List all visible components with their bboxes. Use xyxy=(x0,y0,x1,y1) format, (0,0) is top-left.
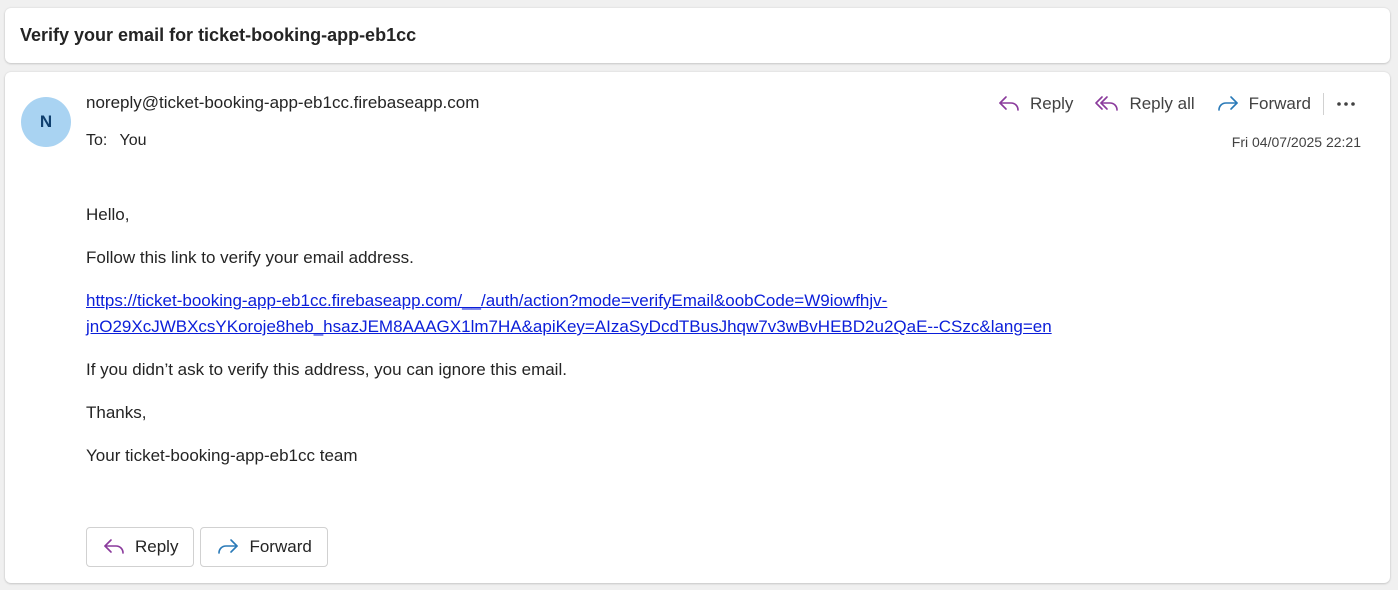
message-actions-toolbar: Reply Reply all Forward xyxy=(984,88,1362,120)
ignore-note: If you didn’t ask to verify this address… xyxy=(86,360,567,379)
verification-link-line-2: jnO29XcJWBXcsYKoroje8heb_hsazJEM8AAAGX1l… xyxy=(86,317,1052,336)
signature: Your ticket-booking-app-eb1cc team xyxy=(86,446,358,465)
quick-action-buttons: Reply Forward xyxy=(86,527,334,567)
recipient-name[interactable]: You xyxy=(120,132,147,149)
message-body: Hello, Follow this link to verify your e… xyxy=(86,202,1346,486)
reply-label: Reply xyxy=(1029,94,1074,113)
reply-all-button[interactable]: Reply all xyxy=(1087,88,1202,120)
to-label: To: xyxy=(86,132,108,149)
bottom-reply-label: Reply xyxy=(135,537,179,556)
subject-bar: Verify your email for ticket-booking-app… xyxy=(5,8,1390,63)
email-subject: Verify your email for ticket-booking-app… xyxy=(20,25,417,45)
more-actions-button[interactable] xyxy=(1330,88,1362,120)
forward-label: Forward xyxy=(1248,94,1311,113)
bottom-forward-button[interactable]: Forward xyxy=(200,527,328,567)
more-horizontal-icon xyxy=(1337,102,1355,106)
forward-button[interactable]: Forward xyxy=(1209,88,1319,120)
instruction-text: Follow this link to verify your email ad… xyxy=(86,248,414,267)
recipient-line: To: You xyxy=(86,132,147,150)
sender-address[interactable]: noreply@ticket-booking-app-eb1cc.firebas… xyxy=(86,93,479,113)
toolbar-divider xyxy=(1323,93,1324,115)
bottom-forward-label: Forward xyxy=(249,537,312,556)
verification-link-line-1: https://ticket-booking-app-eb1cc.firebas… xyxy=(86,291,888,310)
reply-icon xyxy=(999,96,1019,111)
closing-thanks: Thanks, xyxy=(86,403,147,422)
message-date: Fri 04/07/2025 22:21 xyxy=(1231,134,1361,150)
verification-link[interactable]: https://ticket-booking-app-eb1cc.firebas… xyxy=(86,291,1052,336)
reply-button[interactable]: Reply xyxy=(990,88,1081,120)
reply-all-icon xyxy=(1095,96,1119,111)
bottom-reply-button[interactable]: Reply xyxy=(86,527,195,567)
verification-link-block: https://ticket-booking-app-eb1cc.firebas… xyxy=(86,288,1346,340)
greeting: Hello, xyxy=(86,205,130,224)
avatar[interactable]: N xyxy=(21,97,71,147)
forward-icon xyxy=(218,539,239,554)
forward-icon xyxy=(1217,96,1238,111)
message-pane: N noreply@ticket-booking-app-eb1cc.fireb… xyxy=(5,72,1390,583)
reply-icon xyxy=(104,539,124,554)
reply-all-label: Reply all xyxy=(1129,94,1195,113)
